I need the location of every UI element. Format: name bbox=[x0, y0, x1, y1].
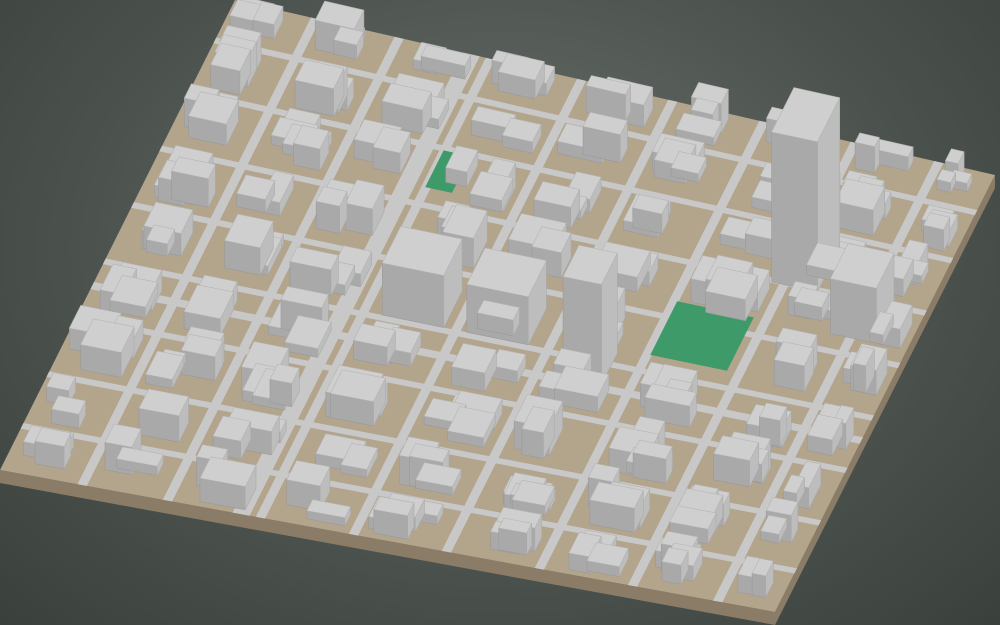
building-face-front bbox=[521, 428, 544, 459]
city-model-canvas[interactable] bbox=[0, 0, 1000, 625]
building-face-front bbox=[737, 573, 754, 596]
building-face-front bbox=[853, 362, 867, 394]
city-model-viewport[interactable] bbox=[0, 0, 1000, 625]
building-face-front bbox=[751, 572, 767, 598]
building-face-front bbox=[661, 561, 682, 585]
building-face-front bbox=[854, 141, 875, 174]
building-face-front bbox=[315, 201, 341, 234]
building-face-front bbox=[269, 378, 293, 408]
